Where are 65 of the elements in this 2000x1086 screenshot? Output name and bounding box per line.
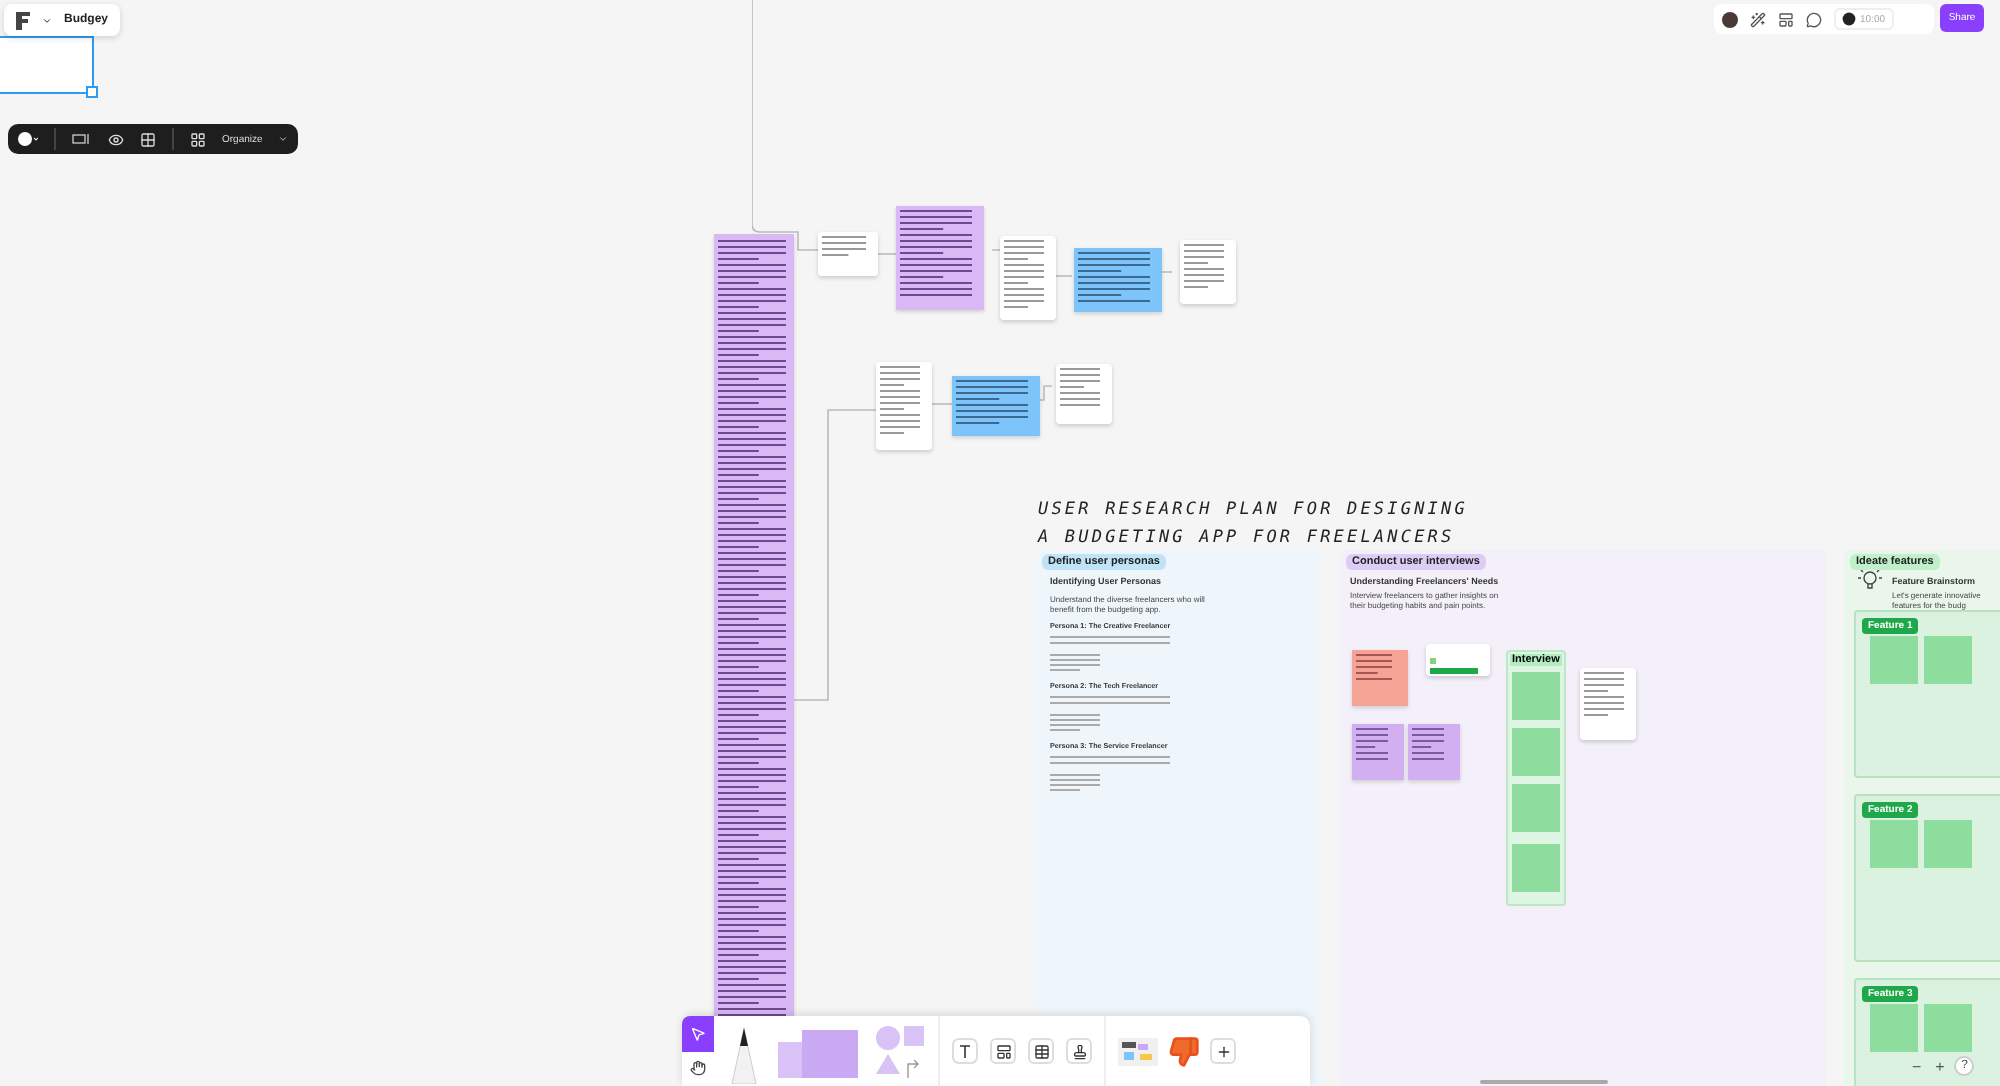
- add-button[interactable]: [1210, 1038, 1236, 1064]
- section-tool-button[interactable]: [990, 1038, 1016, 1064]
- text-lines-drawing: [1050, 654, 1100, 674]
- hand-tool-button[interactable]: [682, 1051, 714, 1086]
- text-lines-drawing: [1184, 244, 1224, 292]
- sticky-note: [1924, 636, 1972, 684]
- avatar[interactable]: [1722, 11, 1738, 27]
- text-lines-drawing: [1050, 774, 1100, 794]
- sticky-note: [1512, 672, 1560, 720]
- pointer-icon: [690, 1025, 706, 1042]
- sticky-note: [1870, 636, 1918, 684]
- text-lines-drawing: [1050, 696, 1170, 708]
- text-lines-drawing: [1004, 240, 1044, 312]
- sticky-note: [1512, 784, 1560, 832]
- layout-icon[interactable]: [1778, 11, 1794, 27]
- text-lines-drawing: [1060, 368, 1100, 410]
- board-title: A BUDGETING APP FOR FREELANCERS: [1038, 528, 1457, 550]
- grid-icon[interactable]: [140, 131, 156, 147]
- stroke-icon[interactable]: [72, 132, 92, 146]
- stamp-icon: [1071, 1043, 1087, 1059]
- text-lines-drawing: [1050, 636, 1170, 648]
- sticky-note: [1870, 1004, 1918, 1052]
- sticky-note: [1924, 1004, 1972, 1052]
- text-lines-drawing: [956, 380, 1028, 428]
- section-icon: [995, 1043, 1011, 1059]
- plus-icon: [1215, 1043, 1231, 1059]
- stickers-icon[interactable]: [1118, 1033, 1158, 1069]
- select-tool-button[interactable]: [682, 1016, 714, 1051]
- text-lines-drawing: [1356, 654, 1392, 684]
- sticky-note: [1512, 728, 1560, 776]
- text-lines-drawing: [1078, 252, 1150, 306]
- stamp-tool-button[interactable]: [1066, 1038, 1092, 1064]
- sticky-note: [1870, 820, 1918, 868]
- comment-icon[interactable]: [1806, 11, 1822, 27]
- zoom-in-button[interactable]: +: [1931, 1057, 1949, 1075]
- hand-icon: [690, 1060, 706, 1077]
- caret-icon: [42, 15, 52, 25]
- text-lines-drawing: [880, 366, 920, 438]
- text-lines-drawing: [1584, 672, 1624, 720]
- timer-icon: [1842, 12, 1856, 26]
- scrollbar[interactable]: [1480, 1080, 1608, 1084]
- organize-icon[interactable]: [190, 131, 206, 147]
- selected-frame[interactable]: [0, 36, 94, 94]
- text-lines-drawing: [1356, 728, 1388, 764]
- zoom-out-button[interactable]: −: [1908, 1057, 1926, 1075]
- text-lines-drawing: [822, 236, 866, 260]
- logo-icon: [16, 11, 30, 29]
- sticky-note: [1924, 820, 1972, 868]
- resize-handle[interactable]: [86, 86, 98, 98]
- table-tool-button[interactable]: [1028, 1038, 1054, 1064]
- status-bar-drawing: [1430, 658, 1478, 674]
- lightbulb-icon: [1856, 566, 1884, 594]
- text-lines-drawing: [900, 210, 972, 300]
- text-lines-drawing: [1050, 714, 1100, 734]
- text-lines-drawing: [1412, 728, 1444, 764]
- color-picker-icon[interactable]: [18, 132, 38, 146]
- text-lines-drawing: [1050, 756, 1170, 768]
- thumbs-down-icon[interactable]: [1168, 1035, 1200, 1067]
- text-tool-icon[interactable]: [952, 1038, 978, 1064]
- board-title: USER RESEARCH PLAN FOR DESIGNING: [1038, 500, 1468, 522]
- caret-icon: [278, 134, 289, 144]
- eye-icon[interactable]: [108, 131, 124, 147]
- sticky-note: [1512, 844, 1560, 892]
- wand-icon[interactable]: [1750, 11, 1766, 27]
- table-icon: [1033, 1043, 1049, 1059]
